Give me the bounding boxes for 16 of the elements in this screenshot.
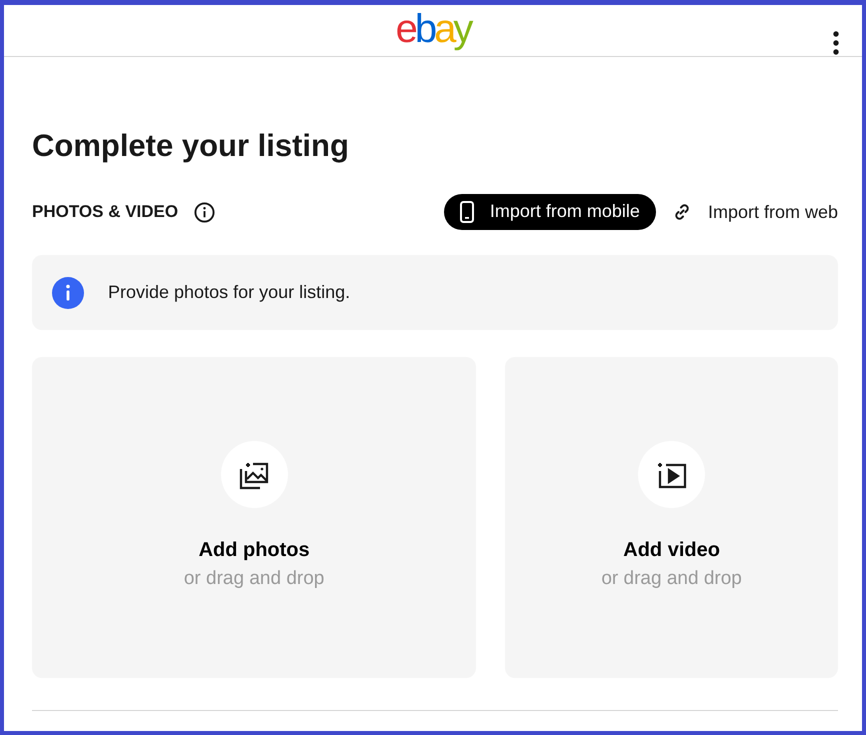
tile-hint: or drag and drop [601,567,742,592]
add-video-dropzone[interactable]: Add video or drag and drop [505,357,838,678]
phone-icon [460,200,474,223]
tile-title: Add photos [198,538,310,564]
notice-text: Provide photos for your listing. [108,281,350,304]
import-web-link[interactable]: Import from web [672,194,838,230]
tile-hint: or drag and drop [184,567,324,592]
page-title: Complete your listing [32,127,350,164]
import-mobile-button[interactable]: Import from mobile [444,194,656,230]
add-photos-dropzone[interactable]: Add photos or drag and drop [32,357,476,678]
logo[interactable]: ebay [396,9,470,56]
tile-title: Add video [623,538,720,564]
info-icon [52,276,84,309]
section-title: PHOTOS & VIDEO [32,201,178,224]
more-menu-icon[interactable] [832,31,840,56]
info-icon[interactable] [194,202,216,223]
